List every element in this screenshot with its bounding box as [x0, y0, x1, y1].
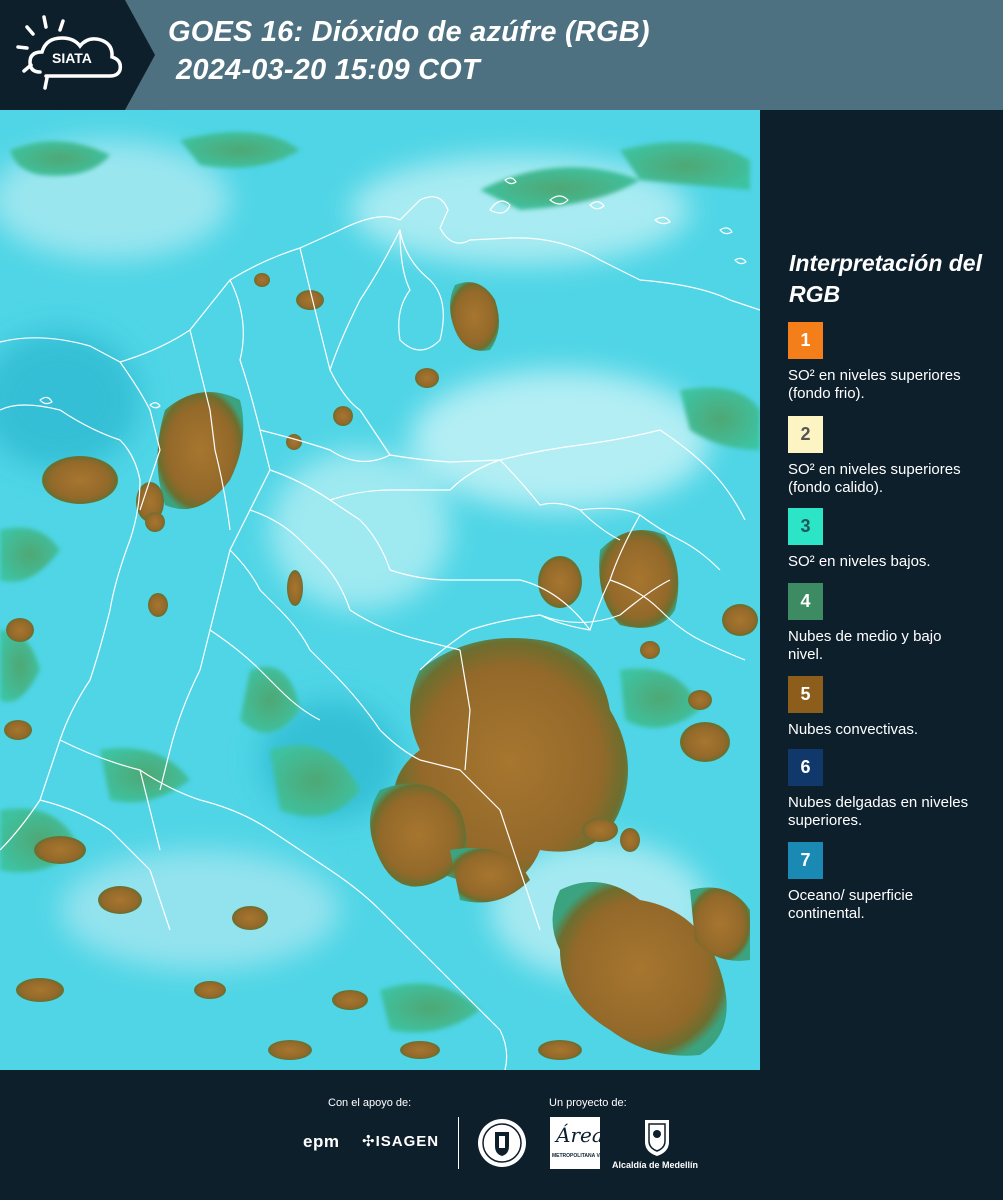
- isagen-logo[interactable]: ✣ISAGEN: [362, 1132, 439, 1150]
- page-title: GOES 16: Dióxido de azúfre (RGB): [168, 16, 650, 48]
- siata-logo[interactable]: SIATA: [0, 0, 155, 110]
- footer: Con el apoyo de: Un proyecto de: epm ✣IS…: [0, 1070, 1003, 1200]
- legend-panel: Interpretación del RGB 1 SO² en niveles …: [760, 110, 1003, 1070]
- legend-label-5: Nubes convectivas.: [788, 721, 919, 738]
- alcaldia-shield-icon[interactable]: [642, 1118, 672, 1158]
- legend-swatch-4: 4: [788, 583, 823, 620]
- area-logo-subtitle: METROPOLITANA Valle de Aburrá: [552, 1153, 633, 1159]
- isagen-mark-icon: ✣: [362, 1133, 376, 1150]
- area-logo-text: Área: [556, 1123, 604, 1147]
- area-metropolitana-logo[interactable]: Área METROPOLITANA Valle de Aburrá: [550, 1117, 633, 1169]
- timestamp: 2024-03-20 15:09 COT: [176, 54, 480, 86]
- support-caption: Con el apoyo de:: [328, 1097, 412, 1109]
- legend-label-3: SO² en niveles bajos.: [788, 553, 931, 570]
- satellite-rgb-image: [0, 110, 760, 1070]
- isagen-logo-text: ISAGEN: [375, 1133, 440, 1150]
- siata-logo-icon: SIATA: [0, 0, 155, 110]
- legend-swatch-6: 6: [788, 749, 823, 786]
- legend-label-7: Oceano/ superficie continental.: [788, 887, 914, 922]
- legend-label-1: SO² en niveles superiores (fondo frio).: [788, 367, 961, 402]
- footer-divider: [458, 1117, 459, 1169]
- legend-label-6: Nubes delgadas en niveles superiores.: [788, 794, 969, 829]
- header-bar: SIATA GOES 16: Dióxido de azúfre (RGB) 2…: [0, 0, 1003, 110]
- legend-swatch-5: 5: [788, 676, 823, 713]
- siata-logo-text: SIATA: [52, 50, 92, 66]
- alcaldia-logo-text: Alcaldía de Medellín: [612, 1160, 699, 1170]
- project-caption: Un proyecto de:: [549, 1097, 627, 1109]
- legend-label-4: Nubes de medio y bajo nivel.: [788, 628, 942, 663]
- satellite-map[interactable]: [0, 110, 761, 1070]
- legend-title: Interpretación del RGB: [789, 250, 982, 307]
- legend-swatch-7: 7: [788, 842, 823, 879]
- medellin-seal-icon[interactable]: [477, 1118, 527, 1168]
- legend-swatch-2: 2: [788, 416, 823, 453]
- legend-swatch-3: 3: [788, 508, 823, 545]
- legend-label-2: SO² en niveles superiores (fondo calido)…: [788, 461, 961, 496]
- epm-logo[interactable]: epm: [303, 1132, 339, 1152]
- legend-swatch-1: 1: [788, 322, 823, 359]
